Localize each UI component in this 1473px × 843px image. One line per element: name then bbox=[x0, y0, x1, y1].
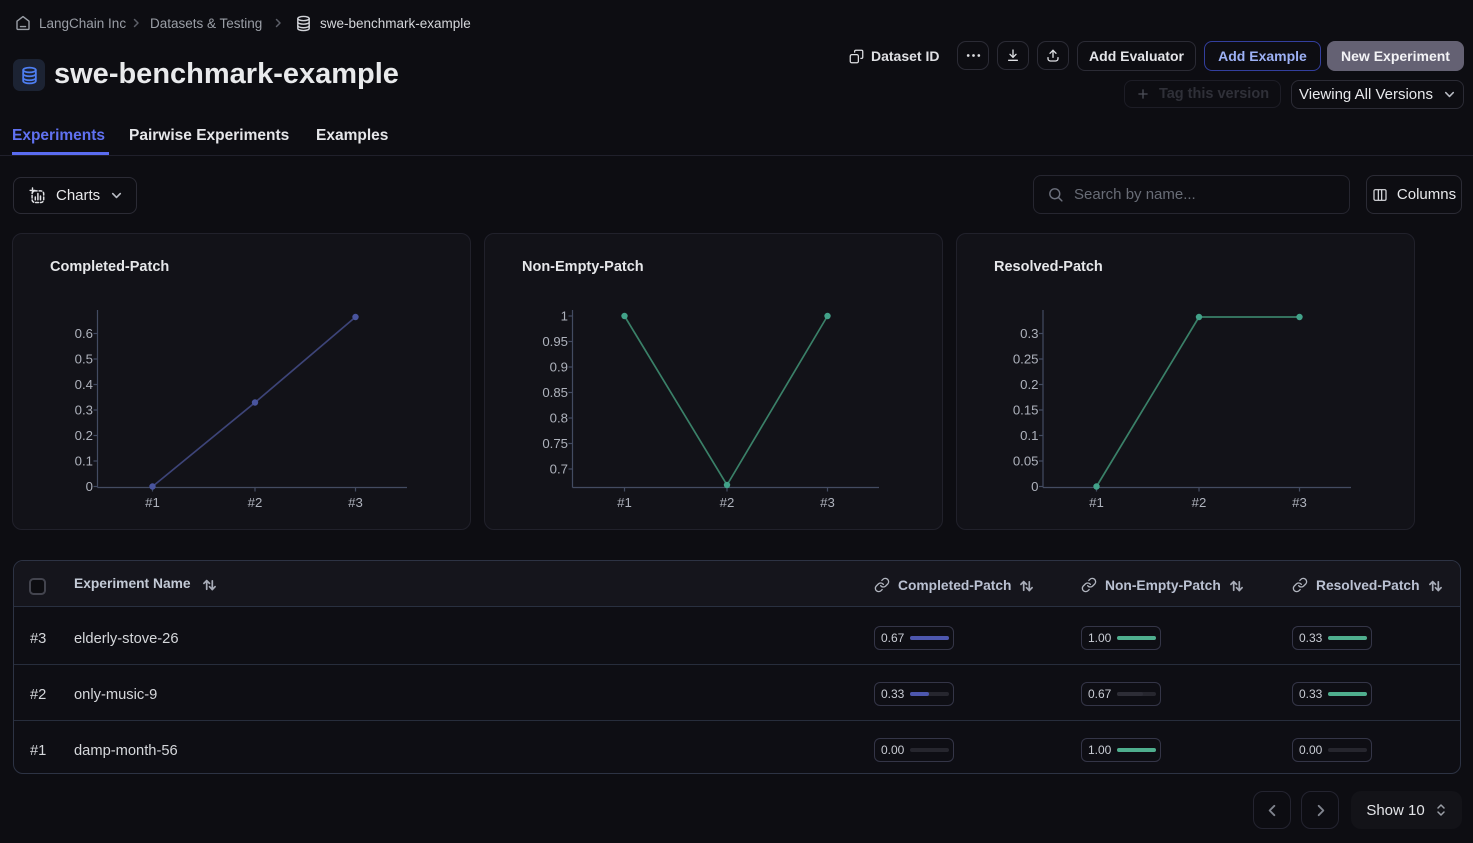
svg-text:1: 1 bbox=[561, 309, 568, 324]
svg-text:0.75: 0.75 bbox=[542, 436, 568, 451]
svg-text:0: 0 bbox=[86, 479, 93, 494]
svg-text:0.2: 0.2 bbox=[1020, 377, 1038, 392]
svg-text:#2: #2 bbox=[248, 495, 263, 510]
svg-text:#1: #1 bbox=[617, 495, 632, 510]
svg-text:0.3: 0.3 bbox=[75, 403, 93, 418]
svg-text:#1: #1 bbox=[145, 495, 160, 510]
svg-text:0.05: 0.05 bbox=[1013, 454, 1039, 469]
svg-text:#2: #2 bbox=[720, 495, 735, 510]
svg-text:0.5: 0.5 bbox=[75, 352, 93, 367]
svg-text:0.6: 0.6 bbox=[75, 326, 93, 341]
svg-text:0.25: 0.25 bbox=[1013, 352, 1039, 367]
svg-text:0.95: 0.95 bbox=[542, 334, 568, 349]
svg-text:0.1: 0.1 bbox=[1020, 428, 1038, 443]
svg-text:0.9: 0.9 bbox=[550, 360, 568, 375]
svg-text:#3: #3 bbox=[820, 495, 835, 510]
svg-text:0.7: 0.7 bbox=[550, 462, 568, 477]
svg-text:0.1: 0.1 bbox=[75, 454, 93, 469]
svg-text:0.4: 0.4 bbox=[75, 377, 93, 392]
svg-text:0.85: 0.85 bbox=[542, 385, 568, 400]
svg-text:#3: #3 bbox=[1292, 495, 1307, 510]
svg-text:0.2: 0.2 bbox=[75, 428, 93, 443]
svg-text:0.8: 0.8 bbox=[550, 411, 568, 426]
svg-text:0.3: 0.3 bbox=[1020, 326, 1038, 341]
svg-text:0.15: 0.15 bbox=[1013, 403, 1039, 418]
svg-text:#2: #2 bbox=[1192, 495, 1207, 510]
svg-text:#3: #3 bbox=[348, 495, 363, 510]
svg-text:#1: #1 bbox=[1089, 495, 1104, 510]
svg-text:0: 0 bbox=[1031, 479, 1038, 494]
